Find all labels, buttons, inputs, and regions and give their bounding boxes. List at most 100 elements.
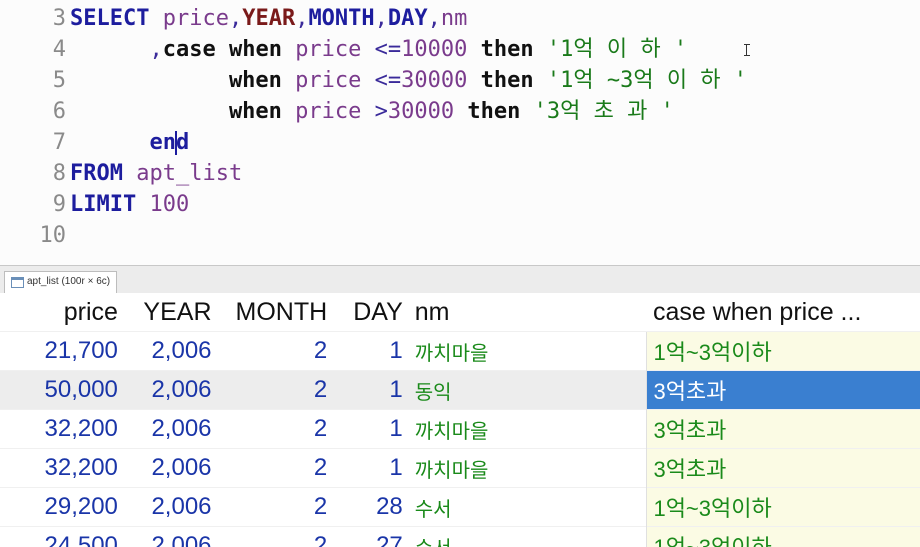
table-cell[interactable]: 2,006 bbox=[123, 487, 218, 527]
code-token: DAY bbox=[387, 6, 428, 31]
table-row[interactable]: 32,200 2,006 2 1 까치마을 3억초과 bbox=[0, 448, 920, 488]
table-cell[interactable]: 2,006 bbox=[123, 526, 218, 547]
line-number: 8 bbox=[52, 161, 66, 186]
code-text: when price >30000 then '3억 초 과 ' bbox=[70, 96, 674, 127]
code-token: , bbox=[374, 6, 388, 31]
code-line[interactable]: 8 FROM apt_list bbox=[0, 158, 920, 189]
code-token: then bbox=[467, 99, 534, 124]
table-cell[interactable]: 2 bbox=[217, 448, 334, 488]
table-cell[interactable]: 2 bbox=[217, 487, 334, 527]
line-number: 5 bbox=[52, 68, 66, 93]
code-token: SELECT bbox=[70, 6, 163, 31]
table-cell[interactable]: 1억~3억이하 bbox=[646, 487, 920, 527]
code-token: 100 bbox=[149, 192, 190, 217]
line-number: 3 bbox=[52, 6, 66, 31]
table-cell[interactable]: 2,006 bbox=[123, 370, 218, 410]
table-cell[interactable]: 1억~3억이하 bbox=[646, 526, 920, 547]
code-token: '1억 이 하 ' bbox=[546, 37, 688, 62]
table-cell[interactable]: 까치마을 bbox=[408, 409, 647, 449]
code-token: , bbox=[70, 37, 163, 62]
table-row[interactable]: 21,700 2,006 2 1 까치마을 1억~3억이하 bbox=[0, 331, 920, 371]
table-cell[interactable]: 1 bbox=[333, 409, 409, 449]
table-cell[interactable]: 27 bbox=[333, 526, 409, 547]
table-cell[interactable]: 동익 bbox=[408, 370, 647, 410]
grid-header-row: price YEAR MONTH DAY nm case when price … bbox=[0, 293, 920, 332]
code-token: <= bbox=[374, 37, 402, 62]
code-line[interactable]: 4 ,case when price <=10000 then '1억 이 하 … bbox=[0, 34, 920, 65]
table-row[interactable]: 29,200 2,006 2 28 수서 1억~3억이하 bbox=[0, 487, 920, 527]
code-token: en bbox=[70, 130, 176, 155]
code-text: SELECT price,YEAR,MONTH,DAY,nm bbox=[70, 3, 467, 34]
code-line[interactable]: 10 bbox=[0, 220, 920, 251]
table-cell[interactable]: 수서 bbox=[408, 526, 647, 547]
tab-apt-list[interactable]: apt_list (100r × 6c) bbox=[4, 271, 118, 293]
code-text: FROM apt_list bbox=[70, 158, 242, 189]
table-cell[interactable]: 3억초과 bbox=[646, 448, 920, 488]
table-cell[interactable]: 32,200 bbox=[0, 448, 124, 488]
table-cell[interactable]: 3억초과 bbox=[646, 370, 920, 410]
table-cell[interactable]: 2,006 bbox=[123, 448, 218, 488]
code-token: price bbox=[295, 99, 375, 124]
table-cell[interactable]: 29,200 bbox=[0, 487, 124, 527]
code-text: when price <=30000 then '1억 ~3억 이 하 ' bbox=[70, 65, 747, 96]
table-cell[interactable]: 수서 bbox=[408, 487, 647, 527]
code-text: ,case when price <=10000 then '1억 이 하 ' bbox=[70, 34, 687, 65]
sql-editor[interactable]: 3 SELECT price,YEAR,MONTH,DAY,nm 4 ,case w… bbox=[0, 0, 920, 265]
code-line[interactable]: 7 end bbox=[0, 127, 920, 158]
code-token: d bbox=[175, 130, 190, 155]
column-header-day[interactable]: DAY bbox=[333, 293, 409, 332]
table-cell[interactable]: 21,700 bbox=[0, 331, 124, 371]
table-cell[interactable]: 까치마을 bbox=[408, 448, 647, 488]
column-header-price[interactable]: price bbox=[0, 293, 124, 332]
table-icon bbox=[11, 277, 24, 288]
table-cell[interactable]: 28 bbox=[333, 487, 409, 527]
code-token: YEAR bbox=[242, 6, 296, 31]
code-line[interactable]: 5 when price <=30000 then '1억 ~3억 이 하 ' bbox=[0, 65, 920, 96]
table-row[interactable]: 24,5002,006227수서1억~3억이하 bbox=[0, 526, 920, 547]
code-token: case bbox=[162, 37, 229, 62]
table-cell[interactable]: 32,200 bbox=[0, 409, 124, 449]
column-header-case[interactable]: case when price ... bbox=[647, 293, 920, 332]
code-token: 30000 bbox=[401, 68, 481, 93]
code-token: then bbox=[480, 68, 547, 93]
line-number: 6 bbox=[52, 99, 66, 124]
code-token: LIMIT bbox=[70, 192, 150, 217]
code-token: 30000 bbox=[387, 99, 468, 124]
column-header-year[interactable]: YEAR bbox=[124, 293, 218, 332]
table-cell[interactable]: 2 bbox=[217, 409, 334, 449]
table-cell[interactable]: 2,006 bbox=[123, 331, 218, 371]
code-token: '3억 초 과 ' bbox=[533, 99, 674, 124]
code-line[interactable]: 6 when price >30000 then '3억 초 과 ' bbox=[0, 96, 920, 127]
table-cell[interactable]: 2 bbox=[217, 331, 334, 371]
table-cell[interactable]: 1 bbox=[333, 331, 409, 371]
code-token: price bbox=[162, 6, 229, 31]
table-cell[interactable]: 1억~3억이하 bbox=[646, 331, 920, 371]
results-grid[interactable]: price YEAR MONTH DAY nm case when price … bbox=[0, 293, 920, 547]
code-text: end bbox=[70, 127, 189, 158]
code-token: , bbox=[427, 6, 441, 31]
code-token: MONTH bbox=[308, 6, 375, 31]
table-cell[interactable]: 3억초과 bbox=[646, 409, 920, 449]
table-cell[interactable]: 1 bbox=[333, 370, 409, 410]
code-token: price bbox=[295, 68, 375, 93]
code-token: nm bbox=[440, 6, 468, 31]
table-row[interactable]: 50,000 2,006 2 1 동익 3억초과 bbox=[0, 370, 920, 410]
table-cell[interactable]: 1 bbox=[333, 448, 409, 488]
table-cell[interactable]: 2,006 bbox=[123, 409, 218, 449]
column-header-nm[interactable]: nm bbox=[409, 293, 647, 332]
table-cell[interactable]: 2 bbox=[217, 370, 334, 410]
code-line[interactable]: 9 LIMIT 100 bbox=[0, 189, 920, 220]
line-number: 7 bbox=[52, 130, 66, 155]
results-tab-strip: apt_list (100r × 6c) bbox=[0, 265, 920, 294]
table-cell[interactable]: 50,000 bbox=[0, 370, 124, 410]
table-cell[interactable]: 2 bbox=[217, 526, 334, 547]
code-token: <= bbox=[374, 68, 402, 93]
table-cell[interactable]: 까치마을 bbox=[408, 331, 647, 371]
tab-label: apt_list (100r × 6c) bbox=[27, 276, 111, 287]
column-header-month[interactable]: MONTH bbox=[218, 293, 334, 332]
code-token: price bbox=[295, 37, 375, 62]
table-row[interactable]: 32,200 2,006 2 1 까치마을 3억초과 bbox=[0, 409, 920, 449]
code-line[interactable]: 3 SELECT price,YEAR,MONTH,DAY,nm bbox=[0, 3, 920, 34]
table-cell[interactable]: 24,500 bbox=[0, 526, 124, 547]
code-token: '1억 ~3억 이 하 ' bbox=[546, 68, 748, 93]
